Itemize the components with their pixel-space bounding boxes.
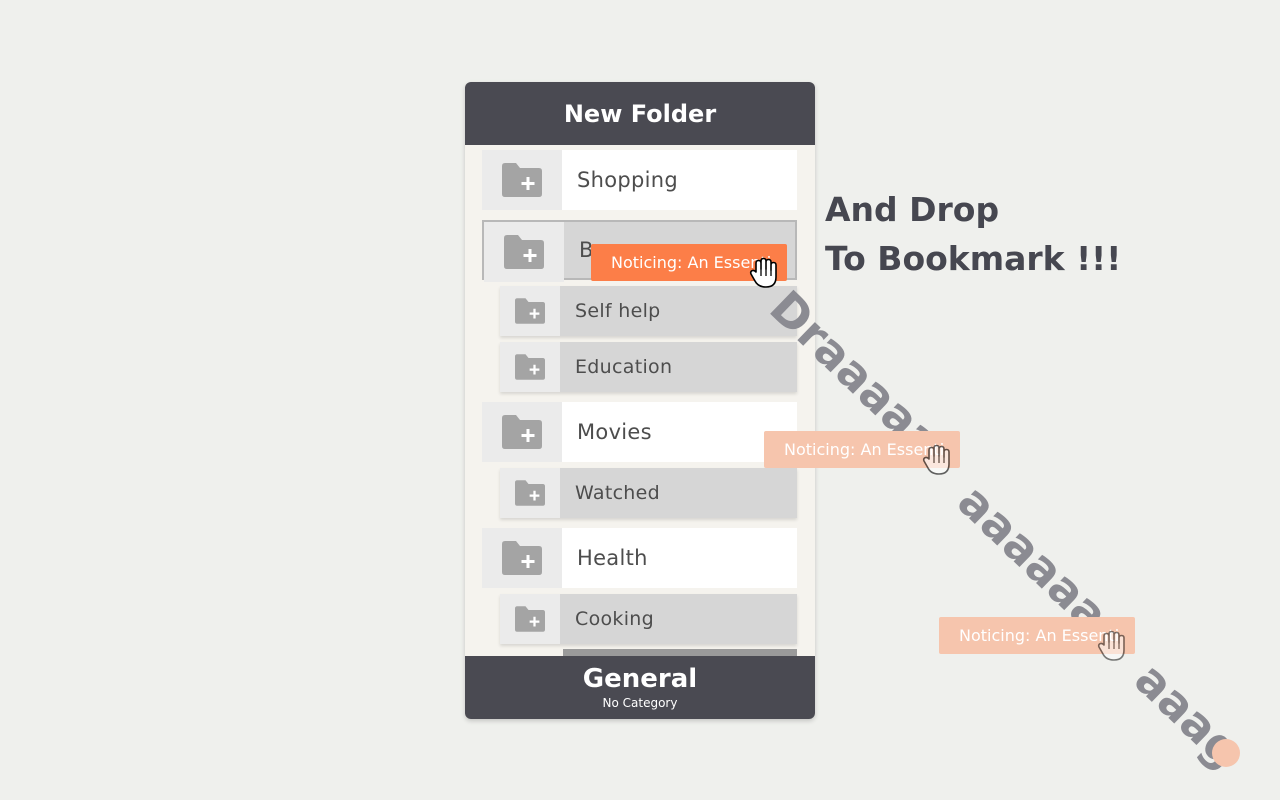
folder-row-movies[interactable]: Movies <box>482 402 797 462</box>
drag-trail-dot <box>1212 739 1240 767</box>
folder-label: Health <box>577 546 648 570</box>
instruction-heading: And Drop To Bookmark !!! <box>825 185 1121 283</box>
folder-plus-icon <box>500 286 560 336</box>
folder-plus-icon <box>484 222 564 282</box>
folder-plus-icon <box>500 594 560 644</box>
folder-row-health[interactable]: Health <box>482 528 797 588</box>
footer-title: General <box>582 663 698 694</box>
general-category-drop-zone[interactable]: General No Category <box>465 656 815 719</box>
subfolder-row-watched[interactable]: Watched <box>500 468 797 518</box>
folder-label: Movies <box>577 420 652 444</box>
heading-line-2: To Bookmark !!! <box>825 239 1122 278</box>
footer-subtitle: No Category <box>602 695 678 710</box>
new-folder-button[interactable]: New Folder <box>465 82 815 145</box>
subfolder-row-education[interactable]: Education <box>500 342 797 392</box>
folder-plus-icon <box>500 342 560 392</box>
folder-row-shopping[interactable]: Shopping <box>482 150 797 210</box>
grab-hand-cursor-icon <box>749 257 777 288</box>
folder-plus-icon <box>482 402 562 462</box>
folder-label: Education <box>575 356 673 378</box>
subfolder-row-self-help[interactable]: Self help <box>500 286 797 336</box>
grab-hand-cursor-icon <box>922 444 950 475</box>
folder-plus-icon <box>482 528 562 588</box>
subfolder-row-cooking[interactable]: Cooking <box>500 594 797 644</box>
folder-label: Self help <box>575 300 661 322</box>
new-folder-label: New Folder <box>563 99 717 128</box>
grab-hand-cursor-icon <box>1097 630 1125 661</box>
folder-label: B <box>579 238 594 262</box>
folder-label: Watched <box>575 482 661 504</box>
folder-plus-icon <box>500 468 560 518</box>
heading-line-1: And Drop <box>825 190 1000 229</box>
bookmark-panel: New Folder Shopping B Self help Educatio… <box>465 82 815 719</box>
folder-label: Cooking <box>575 608 654 630</box>
folder-plus-icon <box>482 150 562 210</box>
folder-label: Shopping <box>577 168 679 192</box>
